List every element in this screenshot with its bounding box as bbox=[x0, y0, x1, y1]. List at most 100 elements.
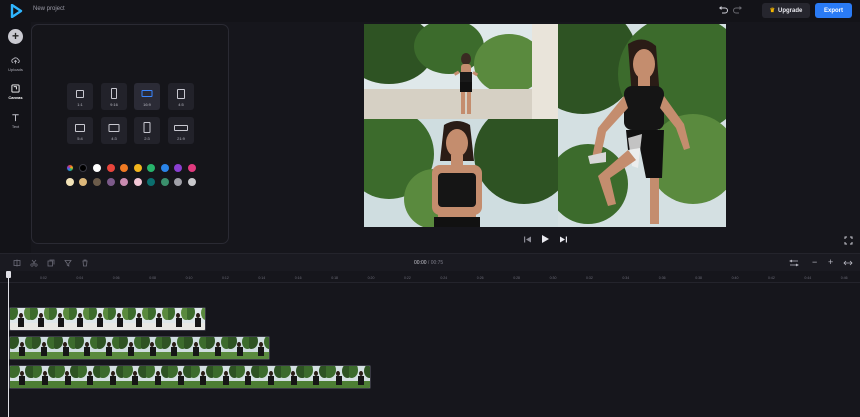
top-bar: New project ♛ Upgrade Export bbox=[0, 0, 860, 22]
ruler-tick-label: 0:26 bbox=[476, 276, 484, 280]
video-clip-2-preview[interactable] bbox=[364, 119, 558, 227]
current-time: 00:00 bbox=[414, 260, 427, 266]
delete-icon[interactable] bbox=[81, 259, 89, 267]
skip-back-icon[interactable] bbox=[523, 235, 532, 244]
color-swatch-tan[interactable] bbox=[79, 178, 87, 186]
time-separator: / bbox=[427, 260, 430, 266]
clip-thumbnail-frame bbox=[167, 308, 188, 330]
undo-icon[interactable] bbox=[718, 5, 728, 15]
video-track-1-clip[interactable] bbox=[9, 307, 206, 331]
clip-thumbnail-frame bbox=[303, 366, 327, 388]
play-icon[interactable] bbox=[540, 234, 550, 244]
wide-ratio-icon bbox=[174, 125, 188, 131]
color-swatch-blue[interactable] bbox=[161, 164, 169, 172]
ruler-tick-label: 0:12 bbox=[222, 276, 229, 280]
color-swatch-teal[interactable] bbox=[147, 178, 155, 186]
custom-color-picker-icon[interactable] bbox=[66, 164, 74, 172]
ruler-tick-label: 0:42 bbox=[768, 276, 775, 280]
add-media-button[interactable]: + bbox=[8, 29, 23, 44]
cut-icon[interactable] bbox=[30, 259, 38, 267]
ratio-option-4-5[interactable]: 4:5 bbox=[168, 83, 194, 110]
copy-icon[interactable] bbox=[47, 259, 55, 267]
video-clip-3-preview[interactable] bbox=[558, 24, 726, 227]
clip-thumbnail-frame bbox=[53, 337, 76, 359]
color-swatch-light-gray[interactable] bbox=[188, 178, 196, 186]
ratio-option-9-16[interactable]: 9:16 bbox=[101, 83, 127, 110]
ratio-option-16-9[interactable]: 16:9 bbox=[134, 83, 160, 110]
clip-thumbnail-frame bbox=[145, 366, 169, 388]
filter-icon[interactable] bbox=[64, 259, 72, 267]
export-button[interactable]: Export bbox=[815, 3, 852, 18]
clip-thumbnail-frame bbox=[10, 366, 33, 388]
ratio-option-21-9[interactable]: 21:9 bbox=[168, 117, 194, 144]
color-swatch-mauve[interactable] bbox=[120, 178, 128, 186]
clip-thumbnail-frame bbox=[348, 366, 370, 388]
color-swatch-purple[interactable] bbox=[174, 164, 182, 172]
playhead-handle[interactable] bbox=[6, 271, 11, 278]
ratio-option-5-4[interactable]: 5:4 bbox=[67, 117, 93, 144]
zoom-in-button[interactable]: + bbox=[828, 257, 833, 267]
app-logo-icon[interactable] bbox=[9, 4, 23, 18]
expand-timeline-icon[interactable] bbox=[843, 259, 853, 267]
zoom-out-button[interactable]: − bbox=[812, 257, 817, 267]
clip-thumbnail-frame bbox=[281, 366, 304, 388]
color-swatch-white[interactable] bbox=[93, 164, 101, 172]
ruler-tick-label: 0:44 bbox=[804, 276, 812, 280]
landscape-ratio-icon bbox=[108, 124, 120, 132]
canvas-icon bbox=[11, 84, 20, 93]
landscape-ratio-icon bbox=[141, 90, 153, 97]
color-swatch-sea-green[interactable] bbox=[161, 178, 169, 186]
color-swatch-green[interactable] bbox=[147, 164, 155, 172]
skip-forward-icon[interactable] bbox=[559, 235, 568, 244]
ratio-option-2-3[interactable]: 2:3 bbox=[134, 117, 160, 144]
color-swatch-orange[interactable] bbox=[120, 164, 128, 172]
ratio-option-1-1[interactable]: 1:1 bbox=[67, 83, 93, 110]
text-icon bbox=[12, 114, 19, 122]
timeline-ruler[interactable]: 0:02 0:04 0:06 0:08 0:10 0:12 0:14 0:16 0:18 0:20… bbox=[0, 271, 860, 283]
ruler-tick-label: 0:20 bbox=[367, 276, 375, 280]
ratio-label: 16:9 bbox=[143, 102, 151, 107]
ruler-tick-label: 0:30 bbox=[549, 276, 557, 280]
clip-thumbnail-frame bbox=[69, 308, 89, 330]
color-swatch-brown[interactable] bbox=[93, 178, 101, 186]
ruler-tick-label: 0:02 bbox=[40, 276, 47, 280]
ruler-tick-label: 0:10 bbox=[185, 276, 193, 280]
color-swatch-light-pink[interactable] bbox=[134, 178, 142, 186]
clip-thumbnail-frame bbox=[235, 366, 259, 388]
project-title[interactable]: New project bbox=[33, 6, 65, 12]
person-figure bbox=[432, 121, 482, 227]
upgrade-button[interactable]: ♛ Upgrade bbox=[762, 3, 810, 18]
color-swatch-plum[interactable] bbox=[107, 178, 115, 186]
color-swatch-pink[interactable] bbox=[188, 164, 196, 172]
sidebar-item-uploads[interactable]: Uploads bbox=[0, 56, 31, 72]
crown-icon: ♛ bbox=[769, 8, 776, 14]
timeline-toolbar: 00:00 / 00:75 − + bbox=[0, 253, 860, 271]
sidebar-item-text[interactable]: Text bbox=[0, 113, 31, 129]
video-clip-1-preview[interactable] bbox=[364, 24, 532, 119]
landscape-ratio-icon bbox=[75, 124, 85, 132]
video-preview-canvas[interactable] bbox=[364, 24, 726, 227]
clip-thumbnail-frame bbox=[184, 337, 206, 359]
person-figure bbox=[453, 53, 479, 114]
ratio-option-4-3[interactable]: 4:3 bbox=[101, 117, 127, 144]
portrait-ratio-icon bbox=[143, 122, 151, 133]
color-swatch-red[interactable] bbox=[107, 164, 115, 172]
sidebar-item-canvas[interactable]: Canvas bbox=[0, 84, 31, 100]
clip-thumbnail-frame bbox=[29, 308, 50, 330]
color-swatch-black[interactable] bbox=[79, 164, 87, 172]
color-swatch-yellow[interactable] bbox=[134, 164, 142, 172]
fullscreen-icon[interactable] bbox=[844, 236, 853, 245]
canvas-settings-panel: 1:1 9:16 16:9 4:5 5:4 4:3 2:3 21:9 bbox=[31, 24, 229, 244]
clip-thumbnail-frame bbox=[213, 366, 236, 388]
fit-timeline-icon[interactable] bbox=[789, 259, 799, 267]
video-track-3-clip[interactable] bbox=[9, 365, 371, 389]
video-track-2-clip[interactable] bbox=[9, 336, 270, 360]
total-duration: 00:75 bbox=[430, 260, 444, 266]
redo-icon[interactable] bbox=[733, 5, 743, 15]
color-swatch-cream[interactable] bbox=[66, 178, 74, 186]
split-icon[interactable] bbox=[13, 259, 21, 267]
portrait-ratio-icon bbox=[111, 88, 117, 99]
color-swatch-gray[interactable] bbox=[174, 178, 182, 186]
clip-thumbnail-frame bbox=[122, 366, 146, 388]
sidebar-item-label: Uploads bbox=[8, 67, 23, 72]
